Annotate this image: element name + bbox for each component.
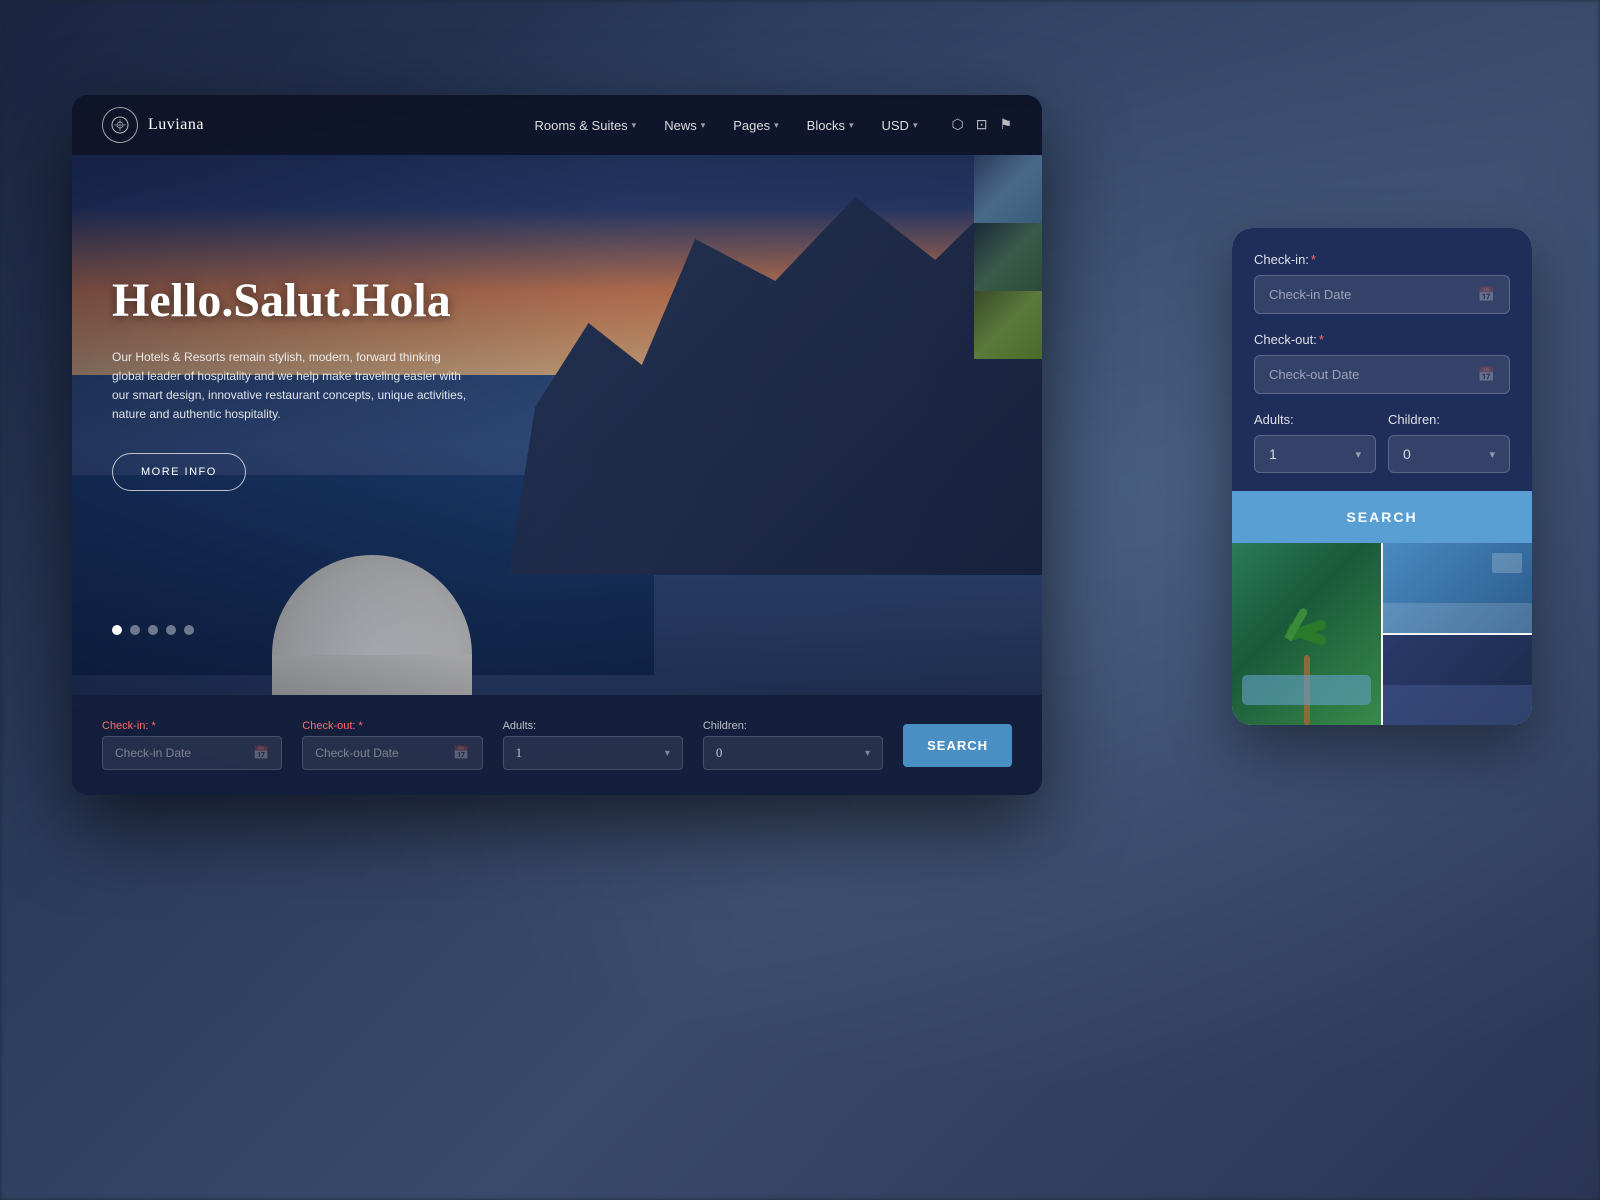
hero-thumb-2 bbox=[974, 223, 1042, 291]
mob-checkin-label: Check-in:* bbox=[1254, 252, 1510, 267]
nav-blocks[interactable]: Blocks ▾ bbox=[797, 112, 864, 139]
checkin-label: Check-in: * bbox=[102, 720, 282, 732]
chevron-down-icon: ▾ bbox=[865, 748, 870, 759]
mob-photo-grid bbox=[1232, 543, 1532, 725]
mob-adults-label: Adults: bbox=[1254, 412, 1376, 427]
chevron-down-icon: ▾ bbox=[913, 120, 918, 131]
booking-bar: Check-in: * Check-in Date 📅 Check-out: *… bbox=[72, 695, 1042, 795]
mob-checkin-input[interactable]: Check-in Date 📅 bbox=[1254, 275, 1510, 314]
nav-rooms-suites[interactable]: Rooms & Suites ▾ bbox=[524, 112, 646, 139]
nav-social-links: ⬡ ⊡ ⚑ bbox=[951, 117, 1012, 134]
logo-area[interactable]: Luviana bbox=[102, 107, 204, 143]
calendar-icon: 📅 bbox=[1478, 286, 1495, 303]
nav-links: Rooms & Suites ▾ News ▾ Pages ▾ Blocks ▾… bbox=[524, 112, 1012, 139]
adults-label: Adults: bbox=[503, 720, 683, 732]
camera-icon[interactable]: ⊡ bbox=[976, 117, 988, 134]
chevron-down-icon: ▾ bbox=[1489, 448, 1495, 461]
checkin-input[interactable]: Check-in Date 📅 bbox=[102, 736, 282, 770]
mob-adults-select[interactable]: 1 ▾ bbox=[1254, 435, 1376, 473]
mob-guests-row: Adults: 1 ▾ Children: 0 ▾ bbox=[1254, 412, 1510, 473]
hero-title: Hello.Salut.Hola bbox=[112, 275, 472, 328]
nav-news[interactable]: News ▾ bbox=[654, 112, 715, 139]
calendar-icon: 📅 bbox=[453, 745, 469, 761]
carousel-dot-1[interactable] bbox=[112, 625, 122, 635]
children-label: Children: bbox=[703, 720, 883, 732]
mob-children-select[interactable]: 0 ▾ bbox=[1388, 435, 1510, 473]
instagram-icon[interactable]: ⬡ bbox=[951, 117, 963, 134]
hero-thumb-3 bbox=[974, 291, 1042, 359]
carousel-dot-2[interactable] bbox=[130, 625, 140, 635]
logo-icon bbox=[102, 107, 138, 143]
carousel-dot-3[interactable] bbox=[148, 625, 158, 635]
checkout-label: Check-out: * bbox=[302, 720, 482, 732]
children-field: Children: 0 ▾ bbox=[703, 720, 883, 770]
carousel-dot-4[interactable] bbox=[166, 625, 176, 635]
adults-field: Adults: 1 ▾ bbox=[503, 720, 683, 770]
navbar: Luviana Rooms & Suites ▾ News ▾ Pages ▾ … bbox=[72, 95, 1042, 155]
mob-checkout-label: Check-out: * bbox=[1254, 332, 1510, 347]
calendar-icon: 📅 bbox=[253, 745, 269, 761]
logo-text: Luviana bbox=[148, 116, 204, 134]
mobile-panel: Check-in:* Check-in Date 📅 Check-out: * … bbox=[1232, 228, 1532, 725]
booking-search-button[interactable]: SEARCH bbox=[903, 724, 1012, 767]
chevron-down-icon: ▾ bbox=[1355, 448, 1361, 461]
chevron-down-icon: ▾ bbox=[774, 120, 779, 131]
mob-children-label: Children: bbox=[1388, 412, 1510, 427]
chevron-down-icon: ▾ bbox=[632, 120, 637, 131]
checkin-field: Check-in: * Check-in Date 📅 bbox=[102, 720, 282, 770]
chevron-down-icon: ▾ bbox=[665, 748, 670, 759]
hero-thumbnail-strip bbox=[974, 155, 1042, 359]
flag-icon[interactable]: ⚑ bbox=[999, 117, 1012, 134]
hero-subtitle: Our Hotels & Resorts remain stylish, mod… bbox=[112, 348, 472, 425]
more-info-button[interactable]: MORE INFO bbox=[112, 453, 246, 491]
chevron-down-icon: ▾ bbox=[849, 120, 854, 131]
checkout-field: Check-out: * Check-out Date 📅 bbox=[302, 720, 482, 770]
mob-checkin-group: Check-in:* Check-in Date 📅 bbox=[1254, 252, 1510, 314]
calendar-icon: 📅 bbox=[1478, 366, 1495, 383]
carousel-dots bbox=[112, 625, 194, 635]
nav-pages[interactable]: Pages ▾ bbox=[723, 112, 788, 139]
children-select[interactable]: 0 ▾ bbox=[703, 736, 883, 770]
mob-photo-3 bbox=[1383, 635, 1532, 725]
mob-checkout-group: Check-out: * Check-out Date 📅 bbox=[1254, 332, 1510, 394]
mobile-booking-form: Check-in:* Check-in Date 📅 Check-out: * … bbox=[1232, 228, 1532, 543]
checkout-input[interactable]: Check-out Date 📅 bbox=[302, 736, 482, 770]
carousel-dot-5[interactable] bbox=[184, 625, 194, 635]
hero-thumb-1 bbox=[974, 155, 1042, 223]
laptop-mockup: Luviana Rooms & Suites ▾ News ▾ Pages ▾ … bbox=[72, 95, 1042, 795]
mob-photo-1 bbox=[1232, 543, 1381, 725]
nav-currency[interactable]: USD ▾ bbox=[871, 112, 927, 139]
chevron-down-icon: ▾ bbox=[701, 120, 706, 131]
mob-children-col: Children: 0 ▾ bbox=[1388, 412, 1510, 473]
mob-photo-2 bbox=[1383, 543, 1532, 633]
mob-search-button[interactable]: SEARCH bbox=[1232, 491, 1532, 543]
adults-select[interactable]: 1 ▾ bbox=[503, 736, 683, 770]
mob-checkout-input[interactable]: Check-out Date 📅 bbox=[1254, 355, 1510, 394]
hero-content: Hello.Salut.Hola Our Hotels & Resorts re… bbox=[112, 275, 472, 491]
mob-adults-col: Adults: 1 ▾ bbox=[1254, 412, 1376, 473]
